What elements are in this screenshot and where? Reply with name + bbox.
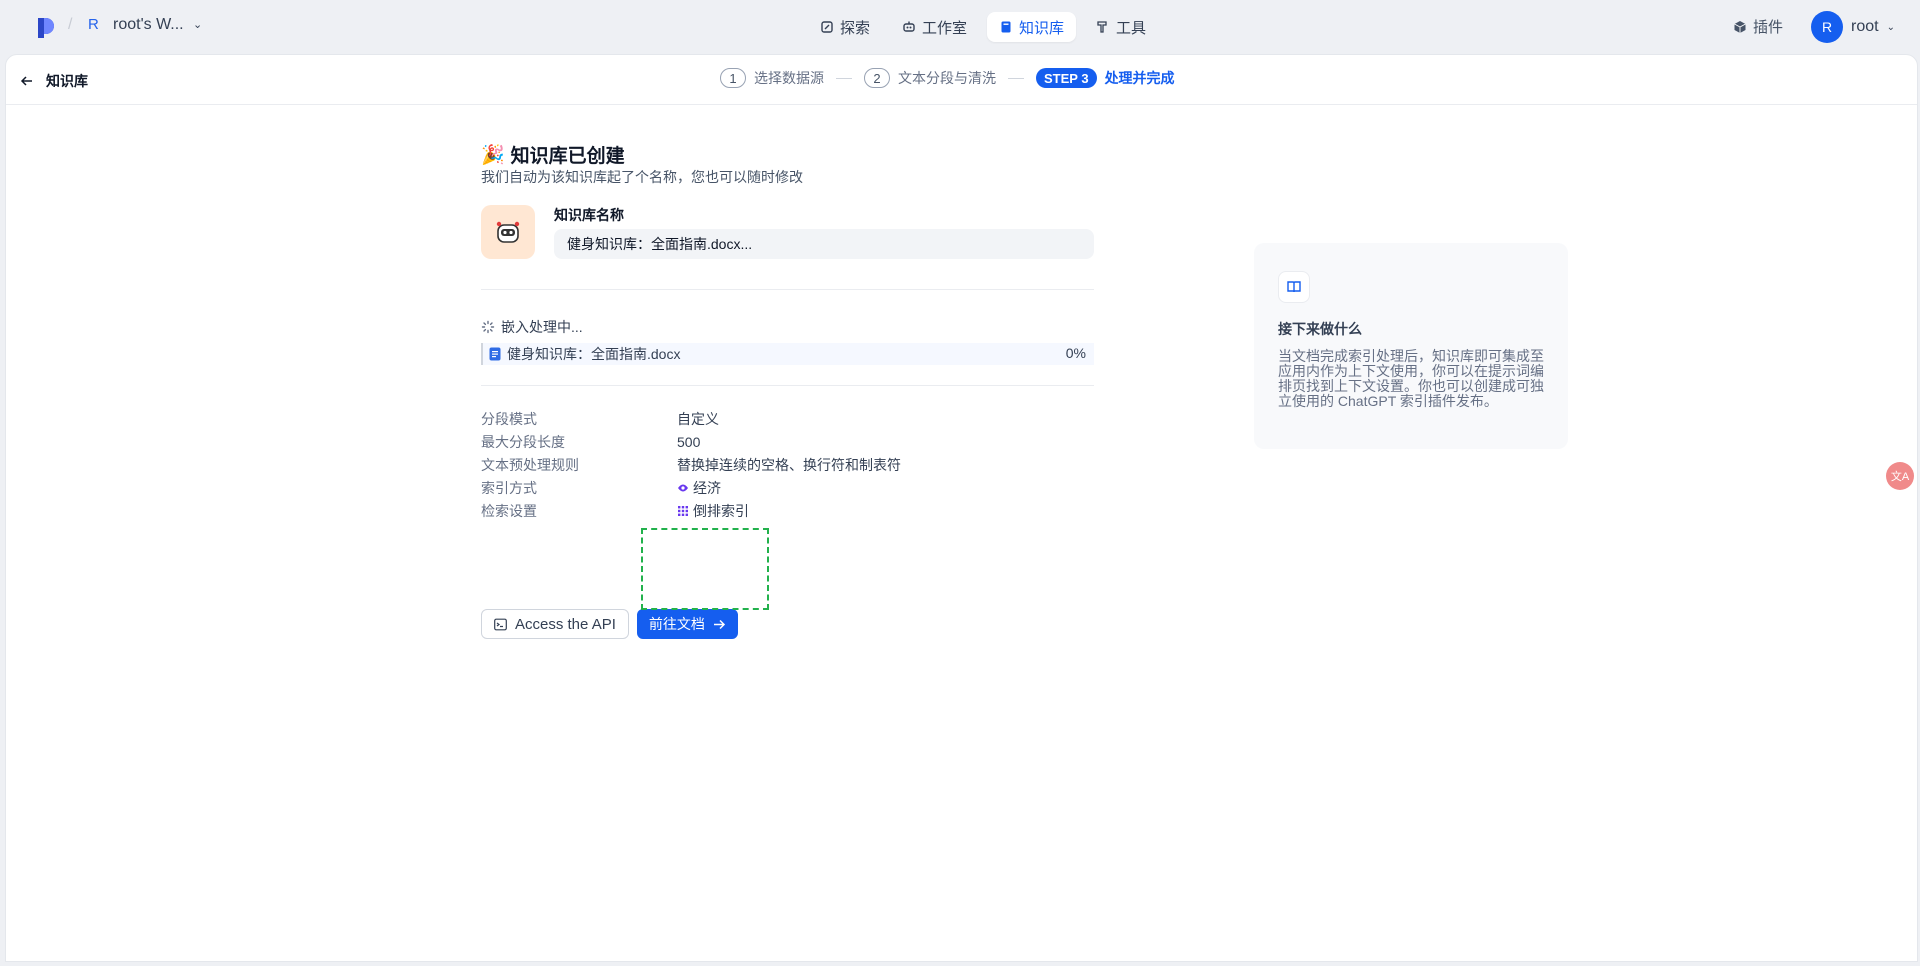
page-title-text: 知识库已创建 <box>510 146 625 167</box>
step-divider <box>1008 77 1024 79</box>
explore-icon <box>821 21 833 33</box>
logo-icon[interactable] <box>36 16 56 38</box>
nav-explore[interactable]: 探索 <box>808 12 882 42</box>
embed-status-text: 嵌入处理中... <box>501 319 583 335</box>
back-button[interactable]: 知识库 <box>20 71 88 91</box>
meta-row: 索引方式 经济 <box>481 476 901 499</box>
meta-value: 500 <box>677 434 700 450</box>
meta-key: 检索设置 <box>481 502 537 519</box>
terminal-icon <box>494 618 507 630</box>
translate-floating-button[interactable]: 文A <box>1886 462 1914 490</box>
access-api-label: Access the API <box>515 615 616 633</box>
knowledge-avatar[interactable] <box>481 205 535 259</box>
step-1-number: 1 <box>720 68 746 88</box>
next-steps-title: 接下来做什么 <box>1278 321 1362 337</box>
party-popper-icon: 🎉 <box>481 144 505 166</box>
open-book-icon <box>1278 271 1310 303</box>
meta-value-text: 替换掉连续的空格、换行符和制表符 <box>677 456 901 473</box>
step-3-label: 处理并完成 <box>1104 70 1175 86</box>
meta-value-text: 500 <box>677 433 701 450</box>
nav-studio[interactable]: 工作室 <box>890 12 979 42</box>
chevron-down-icon[interactable]: ⌄ <box>193 18 202 31</box>
nav-tools-label: 工具 <box>1116 19 1147 37</box>
robot-icon <box>903 21 915 32</box>
docx-file-icon <box>489 347 501 361</box>
embed-status: 嵌入处理中... <box>481 317 583 337</box>
meta-row: 分段模式 自定义 <box>481 407 901 430</box>
step-2-number: 2 <box>864 68 890 88</box>
go-to-documents-label: 前往文档 <box>648 616 705 632</box>
name-label: 知识库名称 <box>554 207 624 223</box>
workspace-badge[interactable]: R <box>88 16 102 33</box>
meta-value-text: 倒排索引 <box>693 502 749 519</box>
step-3: STEP 3 处理并完成 <box>1036 68 1175 88</box>
workspace-name[interactable]: root's W... <box>113 16 184 34</box>
steps: 1 选择数据源 2 文本分段与清洗 STEP 3 处理并完成 <box>720 68 1175 88</box>
page-title: 🎉 知识库已创建 <box>481 141 625 168</box>
page-subtitle: 我们自动为该知识库起了个名称，您也可以随时修改 <box>481 169 803 185</box>
go-to-documents-button[interactable]: 前往文档 <box>636 609 738 639</box>
spinner-icon <box>481 320 495 334</box>
book-icon <box>1001 21 1011 33</box>
nav-tools[interactable]: 工具 <box>1084 12 1158 42</box>
document-name: 健身知识库：全面指南.docx <box>507 346 681 362</box>
economy-icon <box>678 484 688 491</box>
breadcrumb-separator: / <box>68 16 73 33</box>
name-input[interactable] <box>554 229 1094 259</box>
document-progress-row: 健身知识库：全面指南.docx 0% <box>481 343 1094 365</box>
plugin-label: 插件 <box>1753 19 1784 36</box>
step-bar: 知识库 1 选择数据源 2 文本分段与清洗 STEP 3 处理并完成 <box>6 55 1917 105</box>
step-2-label: 文本分段与清洗 <box>898 70 996 86</box>
meta-value-text: 自定义 <box>677 410 719 427</box>
next-steps-card: 接下来做什么 当文档完成索引处理后，知识库即可集成至应用内作为上下文使用，你可以… <box>1254 243 1568 449</box>
meta-row: 最大分段长度 500 <box>481 430 901 453</box>
user-name[interactable]: root <box>1851 18 1879 36</box>
arrow-right-icon <box>713 619 725 629</box>
step-3-tag: STEP 3 <box>1036 68 1097 88</box>
step-1-label: 选择数据源 <box>754 70 824 86</box>
meta-value: 自定义 <box>677 409 719 429</box>
meta-row: 检索设置 倒排索引 <box>481 499 901 522</box>
step-2: 2 文本分段与清洗 <box>864 68 996 88</box>
meta-value: 替换掉连续的空格、换行符和制表符 <box>677 455 901 475</box>
meta-key: 分段模式 <box>481 410 537 427</box>
meta-key: 索引方式 <box>481 479 537 496</box>
robot-avatar-icon <box>496 221 520 243</box>
avatar[interactable]: R <box>1811 11 1843 43</box>
plugin-link[interactable]: 插件 <box>1733 16 1783 37</box>
grid-icon <box>678 505 688 516</box>
main-panel: 知识库 1 选择数据源 2 文本分段与清洗 STEP 3 处理并完成 🎉 知识库… <box>5 54 1918 962</box>
nav-explore-label: 探索 <box>840 19 871 37</box>
divider <box>481 289 1094 290</box>
step-divider <box>836 77 852 79</box>
settings-summary: 分段模式 自定义 最大分段长度 500 文本预处理规则 替换掉连续的空格、换行符… <box>481 407 901 522</box>
meta-value: 倒排索引 <box>677 501 749 521</box>
next-steps-text: 当文档完成索引处理后，知识库即可集成至应用内作为上下文使用，你可以在提示词编排页… <box>1278 348 1544 409</box>
chevron-down-icon[interactable]: ⌄ <box>1887 22 1895 33</box>
arrow-left-icon <box>20 76 32 86</box>
meta-value-text: 经济 <box>693 479 721 496</box>
main-nav: 探索 工作室 知识库 工具 <box>808 12 1158 42</box>
divider <box>481 385 1094 386</box>
nav-knowledge[interactable]: 知识库 <box>987 12 1077 42</box>
cube-icon <box>1734 20 1746 33</box>
top-bar: / R root's W... ⌄ 探索 工作室 知识库 工具 插件 R roo… <box>0 0 1920 54</box>
back-label: 知识库 <box>46 73 88 89</box>
meta-key: 最大分段长度 <box>481 433 565 450</box>
action-buttons: Access the API 前往文档 <box>481 609 738 639</box>
document-progress: 0% <box>1065 345 1086 361</box>
nav-knowledge-label: 知识库 <box>1019 19 1065 37</box>
hammer-icon <box>1097 21 1107 33</box>
user-menu[interactable]: R root ⌄ <box>1811 11 1895 43</box>
meta-value: 经济 <box>677 478 721 498</box>
step-1: 1 选择数据源 <box>720 68 824 88</box>
meta-key: 文本预处理规则 <box>481 456 579 473</box>
access-api-button[interactable]: Access the API <box>481 609 629 639</box>
nav-studio-label: 工作室 <box>922 19 968 37</box>
meta-row: 文本预处理规则 替换掉连续的空格、换行符和制表符 <box>481 453 901 476</box>
